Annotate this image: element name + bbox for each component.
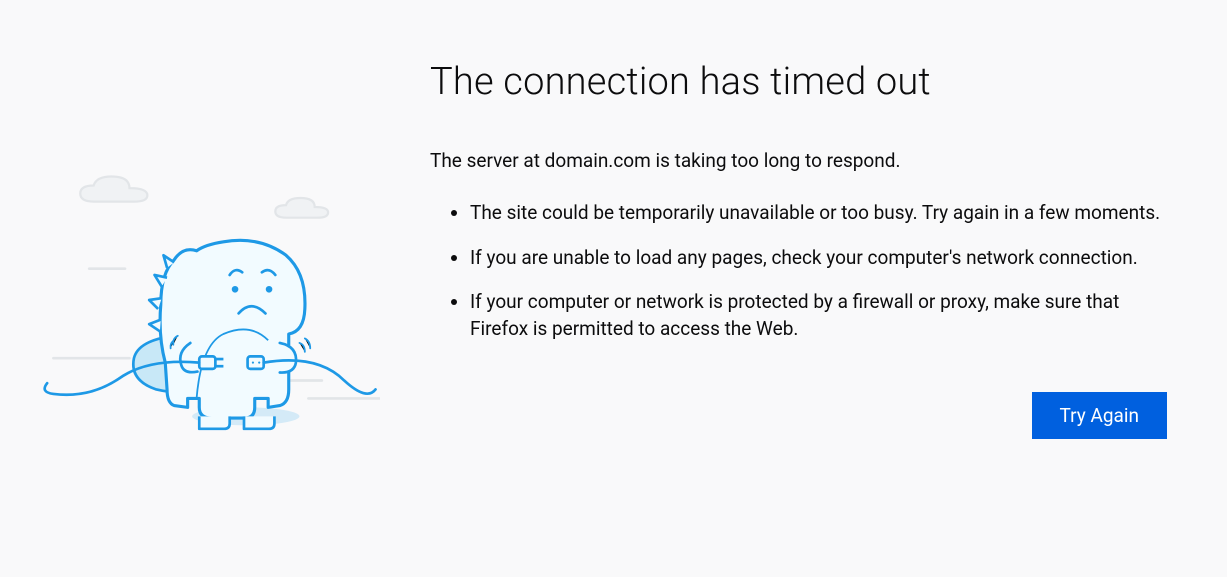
error-reasons-list: The site could be temporarily unavailabl… — [430, 200, 1167, 342]
error-reason-item: If you are unable to load any pages, che… — [470, 245, 1167, 272]
error-illustration — [40, 50, 380, 537]
error-reason-item: If your computer or network is protected… — [470, 289, 1167, 342]
try-again-button[interactable]: Try Again — [1032, 392, 1167, 439]
error-subtitle: The server at domain.com is taking too l… — [430, 149, 1167, 172]
error-reason-item: The site could be temporarily unavailabl… — [470, 200, 1167, 227]
dino-unplugged-icon — [40, 130, 380, 470]
error-title: The connection has timed out — [430, 60, 1167, 104]
